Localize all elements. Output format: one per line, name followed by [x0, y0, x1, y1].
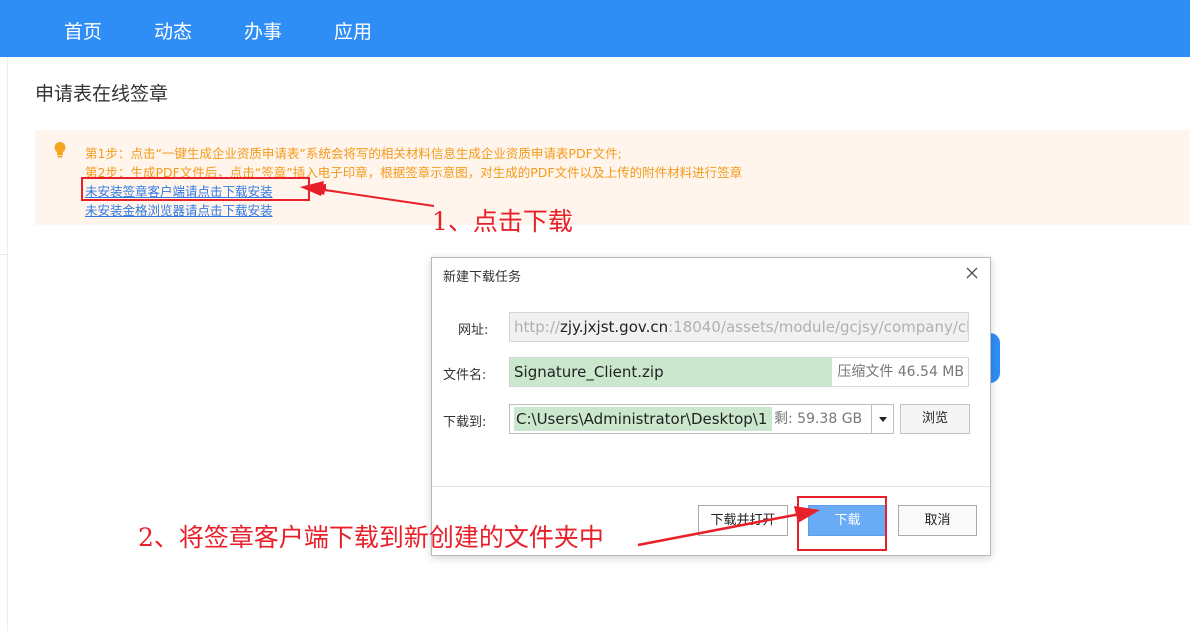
filename-field[interactable]: Signature_Client.zip 压缩文件 46.54 MB [509, 357, 969, 387]
filename-value: Signature_Client.zip [510, 358, 832, 386]
left-divider [7, 57, 8, 631]
filename-label: 文件名: [443, 368, 487, 383]
save-path-field[interactable]: C:\Users\Administrator\Desktop\1 剩: 59.3… [509, 404, 894, 434]
close-icon[interactable] [964, 265, 980, 281]
annotation-step-2: 2、将签章客户端下载到新创建的文件夹中 [138, 523, 604, 552]
url-label: 网址: [458, 323, 489, 338]
background-button-edge [990, 333, 1000, 383]
top-nav-bar: 首页 动态 办事 应用 [0, 0, 1190, 57]
save-path-dropdown[interactable] [871, 405, 893, 433]
url-path: :18040/assets/module/gcjsy/company/cli [668, 318, 969, 336]
save-path-value: C:\Users\Administrator\Desktop\1 [514, 407, 772, 431]
nav-item-news[interactable]: 动态 [154, 17, 192, 44]
cancel-button[interactable]: 取消 [898, 505, 977, 536]
new-download-dialog: 新建下载任务 网址: http://zjy.jxjst.gov.cn:18040… [431, 257, 991, 556]
caret-down-icon [879, 417, 887, 422]
url-field[interactable]: http://zjy.jxjst.gov.cn:18040/assets/mod… [509, 312, 969, 342]
download-and-open-button[interactable]: 下载并打开 [698, 505, 788, 536]
dialog-title: 新建下载任务 [443, 270, 522, 285]
nav-item-apps[interactable]: 应用 [334, 17, 372, 44]
download-browser-link[interactable]: 未安装金格浏览器请点击下载安装 [85, 200, 273, 219]
save-to-label: 下载到: [443, 415, 487, 430]
free-space: 剩: 59.38 GB [774, 411, 863, 427]
file-info: 压缩文件 46.54 MB [837, 364, 964, 380]
url-host: zjy.jxjst.gov.cn [559, 318, 669, 336]
annotation-step-1: 1、点击下载 [432, 207, 573, 236]
url-prefix: http:// [514, 318, 560, 336]
page-title: 申请表在线签章 [35, 83, 169, 105]
highlight-box-link [81, 177, 310, 201]
browse-button[interactable]: 浏览 [900, 404, 970, 434]
highlight-box-download [797, 496, 887, 551]
nav-item-services[interactable]: 办事 [244, 17, 282, 44]
left-divider-tick [0, 254, 8, 255]
tip-step-1: 第1步：点击“一键生成企业资质申请表”系统会将写的相关材料信息生成企业资质申请表… [85, 146, 622, 161]
nav-item-home[interactable]: 首页 [64, 17, 102, 44]
lightbulb-icon [54, 142, 66, 158]
